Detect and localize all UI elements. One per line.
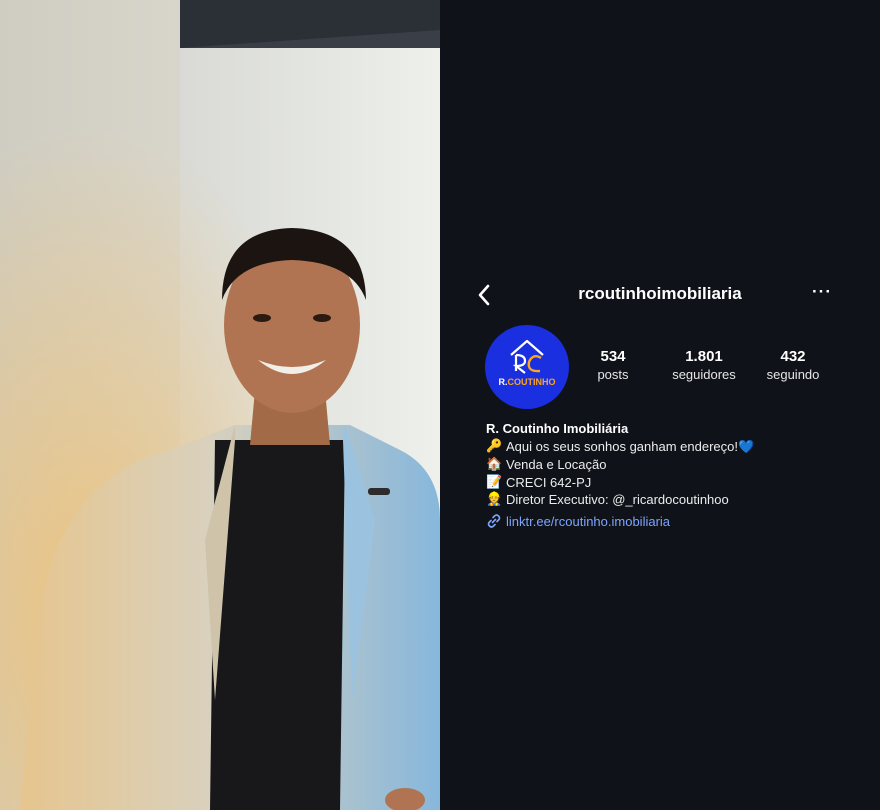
blue-heart-icon: 💙 — [738, 439, 755, 455]
stat-followers-label: seguidores — [672, 367, 736, 382]
bio-link-text[interactable]: linktr.ee/rcoutinho.imobiliaria — [506, 513, 670, 531]
stat-following-label: seguindo — [766, 367, 820, 382]
link-icon — [487, 514, 501, 529]
stat-posts-label: posts — [597, 367, 629, 382]
bio-line-text: CRECI 642-PJ — [506, 474, 592, 490]
bio-link[interactable]: linktr.ee/rcoutinho.imobiliaria — [486, 513, 856, 531]
more-horizontal-icon: ··· — [812, 282, 832, 301]
profile-bio: R. Coutinho Imobiliária 🔑 Aqui os seus s… — [486, 420, 856, 530]
screen: rcoutinhoimobiliaria ··· R.COUTINHO 534 … — [0, 0, 880, 810]
house-icon: 🏠 — [486, 457, 503, 472]
bio-line-creci: 📝 CRECI 642-PJ — [486, 474, 856, 492]
house-logo-icon — [510, 339, 544, 374]
profile-display-name: R. Coutinho Imobiliária — [486, 421, 629, 436]
key-icon: 🔑 — [486, 439, 503, 454]
bio-line-key: 🔑 Aqui os seus sonhos ganham endereço!💙 — [486, 438, 856, 457]
profile-panel: rcoutinhoimobiliaria ··· R.COUTINHO 534 … — [440, 0, 880, 810]
bio-line-house: 🏠 Venda e Locação — [486, 456, 856, 474]
brand-first: R. — [498, 377, 508, 387]
stat-following[interactable]: 432 seguindo — [758, 348, 828, 382]
avatar-brand-text: R.COUTINHO — [485, 377, 569, 387]
bio-line-director: 👷 Diretor Executivo: @_ricardocoutinhoo — [486, 491, 856, 509]
stat-posts[interactable]: 534 posts — [585, 348, 641, 382]
stat-following-value: 432 — [780, 348, 806, 365]
bio-line-text-main: Aqui os seus sonhos ganham endereço! — [506, 438, 738, 454]
bio-line-text: Aqui os seus sonhos ganham endereço!💙 — [506, 438, 754, 457]
profile-photo — [0, 0, 440, 810]
stat-posts-value: 534 — [600, 348, 626, 365]
photo-illustration — [0, 0, 440, 810]
profile-avatar[interactable]: R.COUTINHO — [485, 325, 569, 409]
stat-followers[interactable]: 1.801 seguidores — [662, 348, 746, 382]
memo-icon: 📝 — [486, 474, 503, 490]
worker-icon: 👷 — [486, 492, 503, 507]
bio-line-text: Venda e Locação — [506, 457, 607, 472]
stat-followers-value: 1.801 — [685, 348, 723, 365]
more-options-button[interactable]: ··· — [812, 282, 834, 304]
top-bar: rcoutinhoimobiliaria ··· — [440, 278, 880, 312]
bio-line-text: Diretor Executivo: @_ricardocoutinhoo — [506, 492, 729, 507]
brand-second: COUTINHO — [507, 377, 556, 387]
